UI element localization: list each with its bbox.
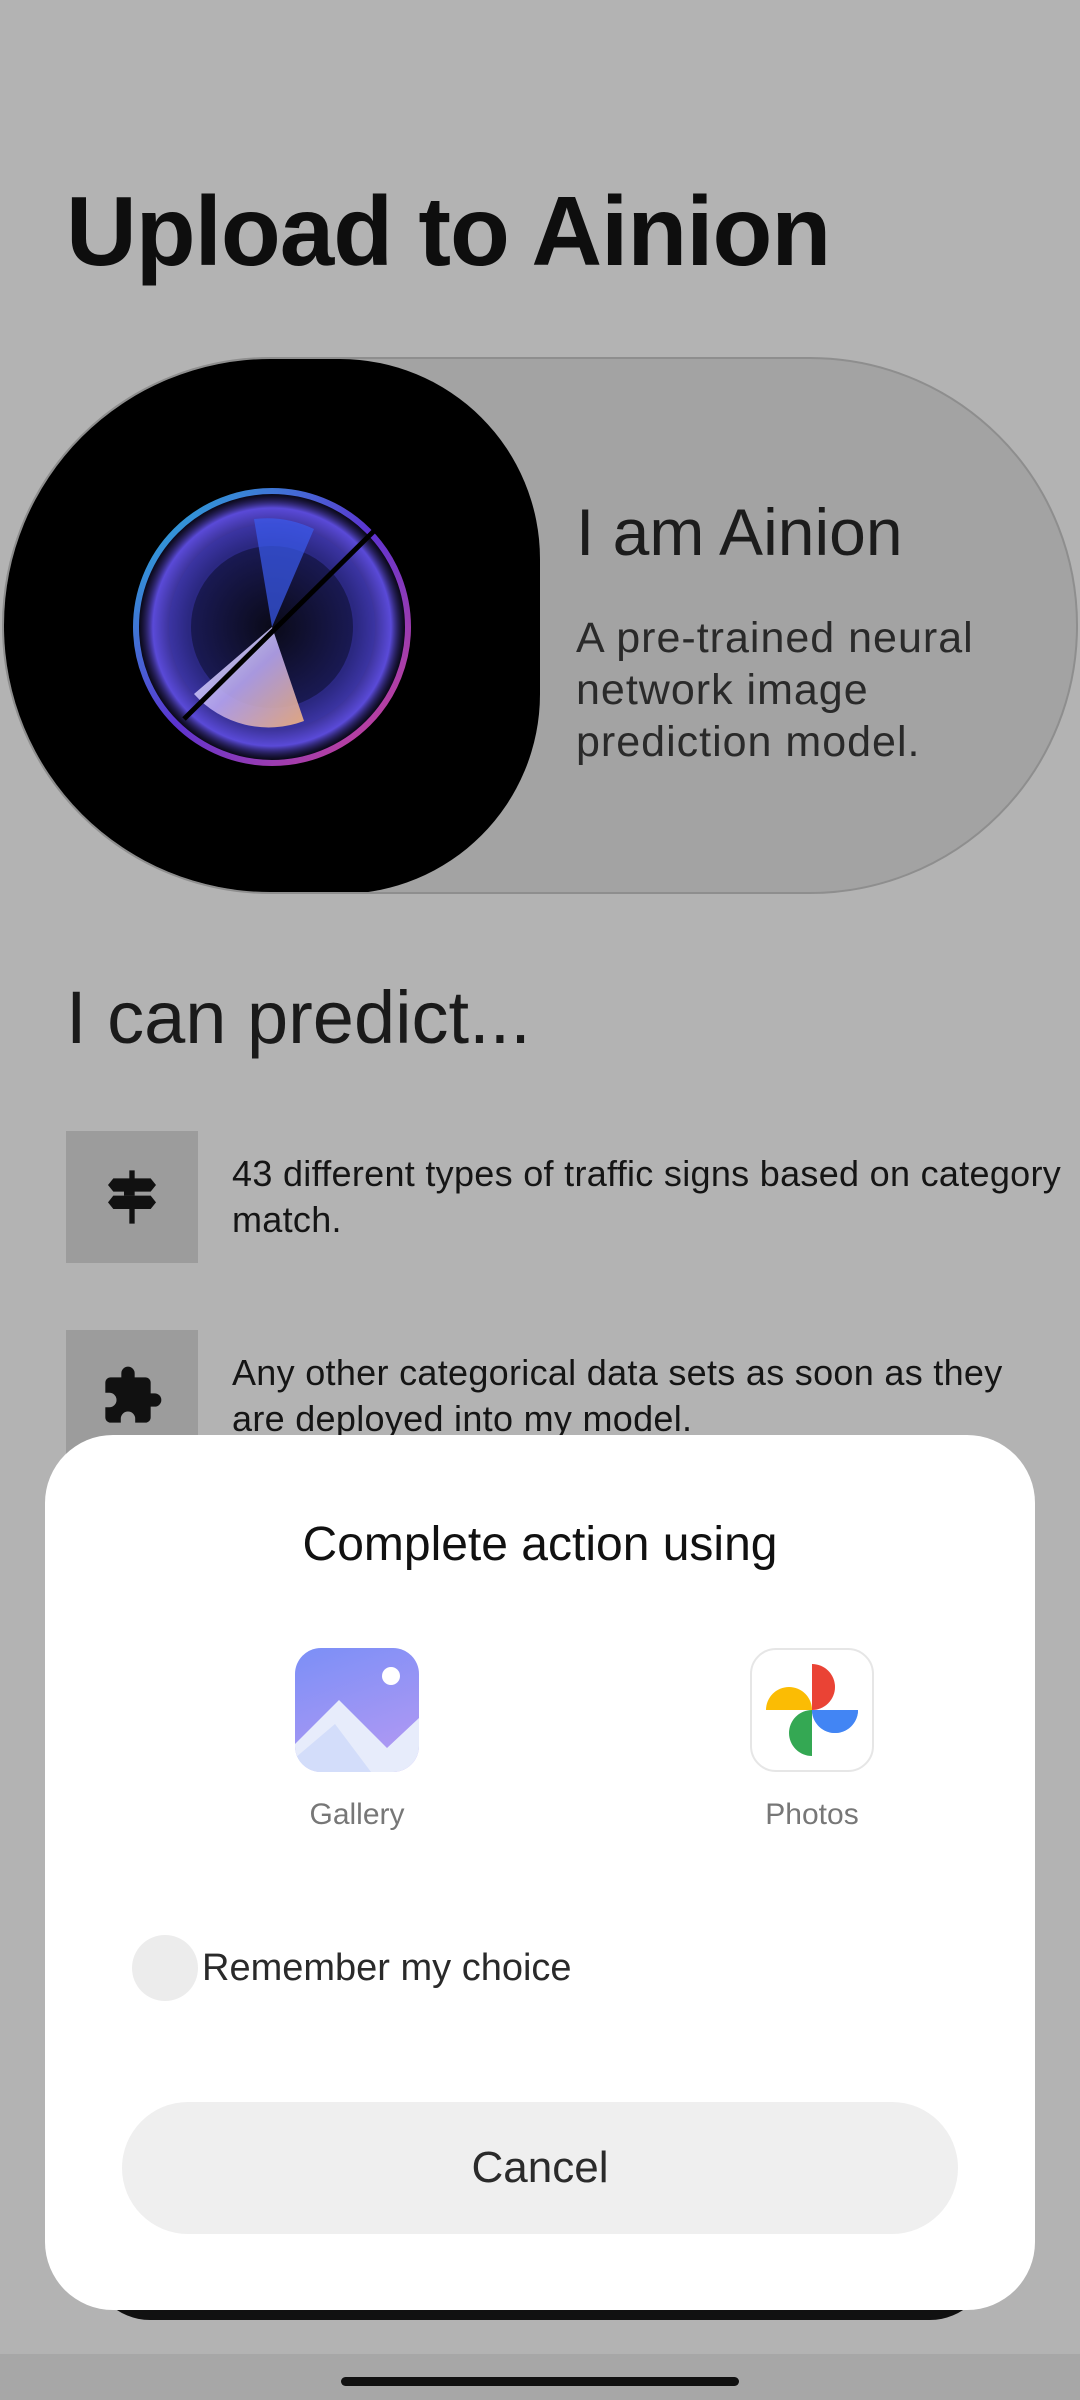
hero-card: I am Ainion A pre-trained neural network… bbox=[2, 357, 1078, 894]
remember-choice-label: Remember my choice bbox=[202, 1947, 572, 1989]
puzzle-icon bbox=[105, 1366, 162, 1423]
photos-icon bbox=[750, 1648, 874, 1772]
navigation-bar bbox=[0, 2354, 1080, 2400]
home-gesture-handle[interactable] bbox=[341, 2377, 739, 2386]
app-label: Photos bbox=[765, 1798, 859, 1831]
app-option-photos[interactable]: Photos bbox=[712, 1648, 912, 1838]
dialog-title: Complete action using bbox=[302, 1518, 778, 1571]
signpost-icon bbox=[108, 1170, 156, 1224]
feature-icon-box bbox=[66, 1131, 198, 1263]
app-chooser-dialog: Complete action using Gallery Photos Rem… bbox=[45, 1435, 1035, 2310]
feature-text: 43 different types of traffic signs base… bbox=[232, 1153, 1062, 1240]
app-label: Gallery bbox=[309, 1798, 405, 1831]
app-option-gallery[interactable]: Gallery bbox=[257, 1648, 457, 1838]
hero-description: A pre-trained neural network image predi… bbox=[576, 614, 974, 766]
feature-item-traffic-signs: 43 different types of traffic signs base… bbox=[66, 1131, 1066, 1263]
hero-heading: I am Ainion bbox=[576, 495, 903, 569]
ainion-logo-image bbox=[4, 359, 540, 892]
features-heading: I can predict... bbox=[66, 976, 531, 1059]
remember-choice-toggle[interactable]: Remember my choice bbox=[132, 1935, 732, 2001]
gallery-icon bbox=[295, 1648, 419, 1772]
page-title: Upload to Ainion bbox=[66, 176, 831, 286]
cancel-button[interactable]: Cancel bbox=[122, 2102, 958, 2234]
remember-choice-checkbox[interactable] bbox=[132, 1935, 198, 2001]
feature-text: Any other categorical data sets as soon … bbox=[232, 1352, 1003, 1439]
